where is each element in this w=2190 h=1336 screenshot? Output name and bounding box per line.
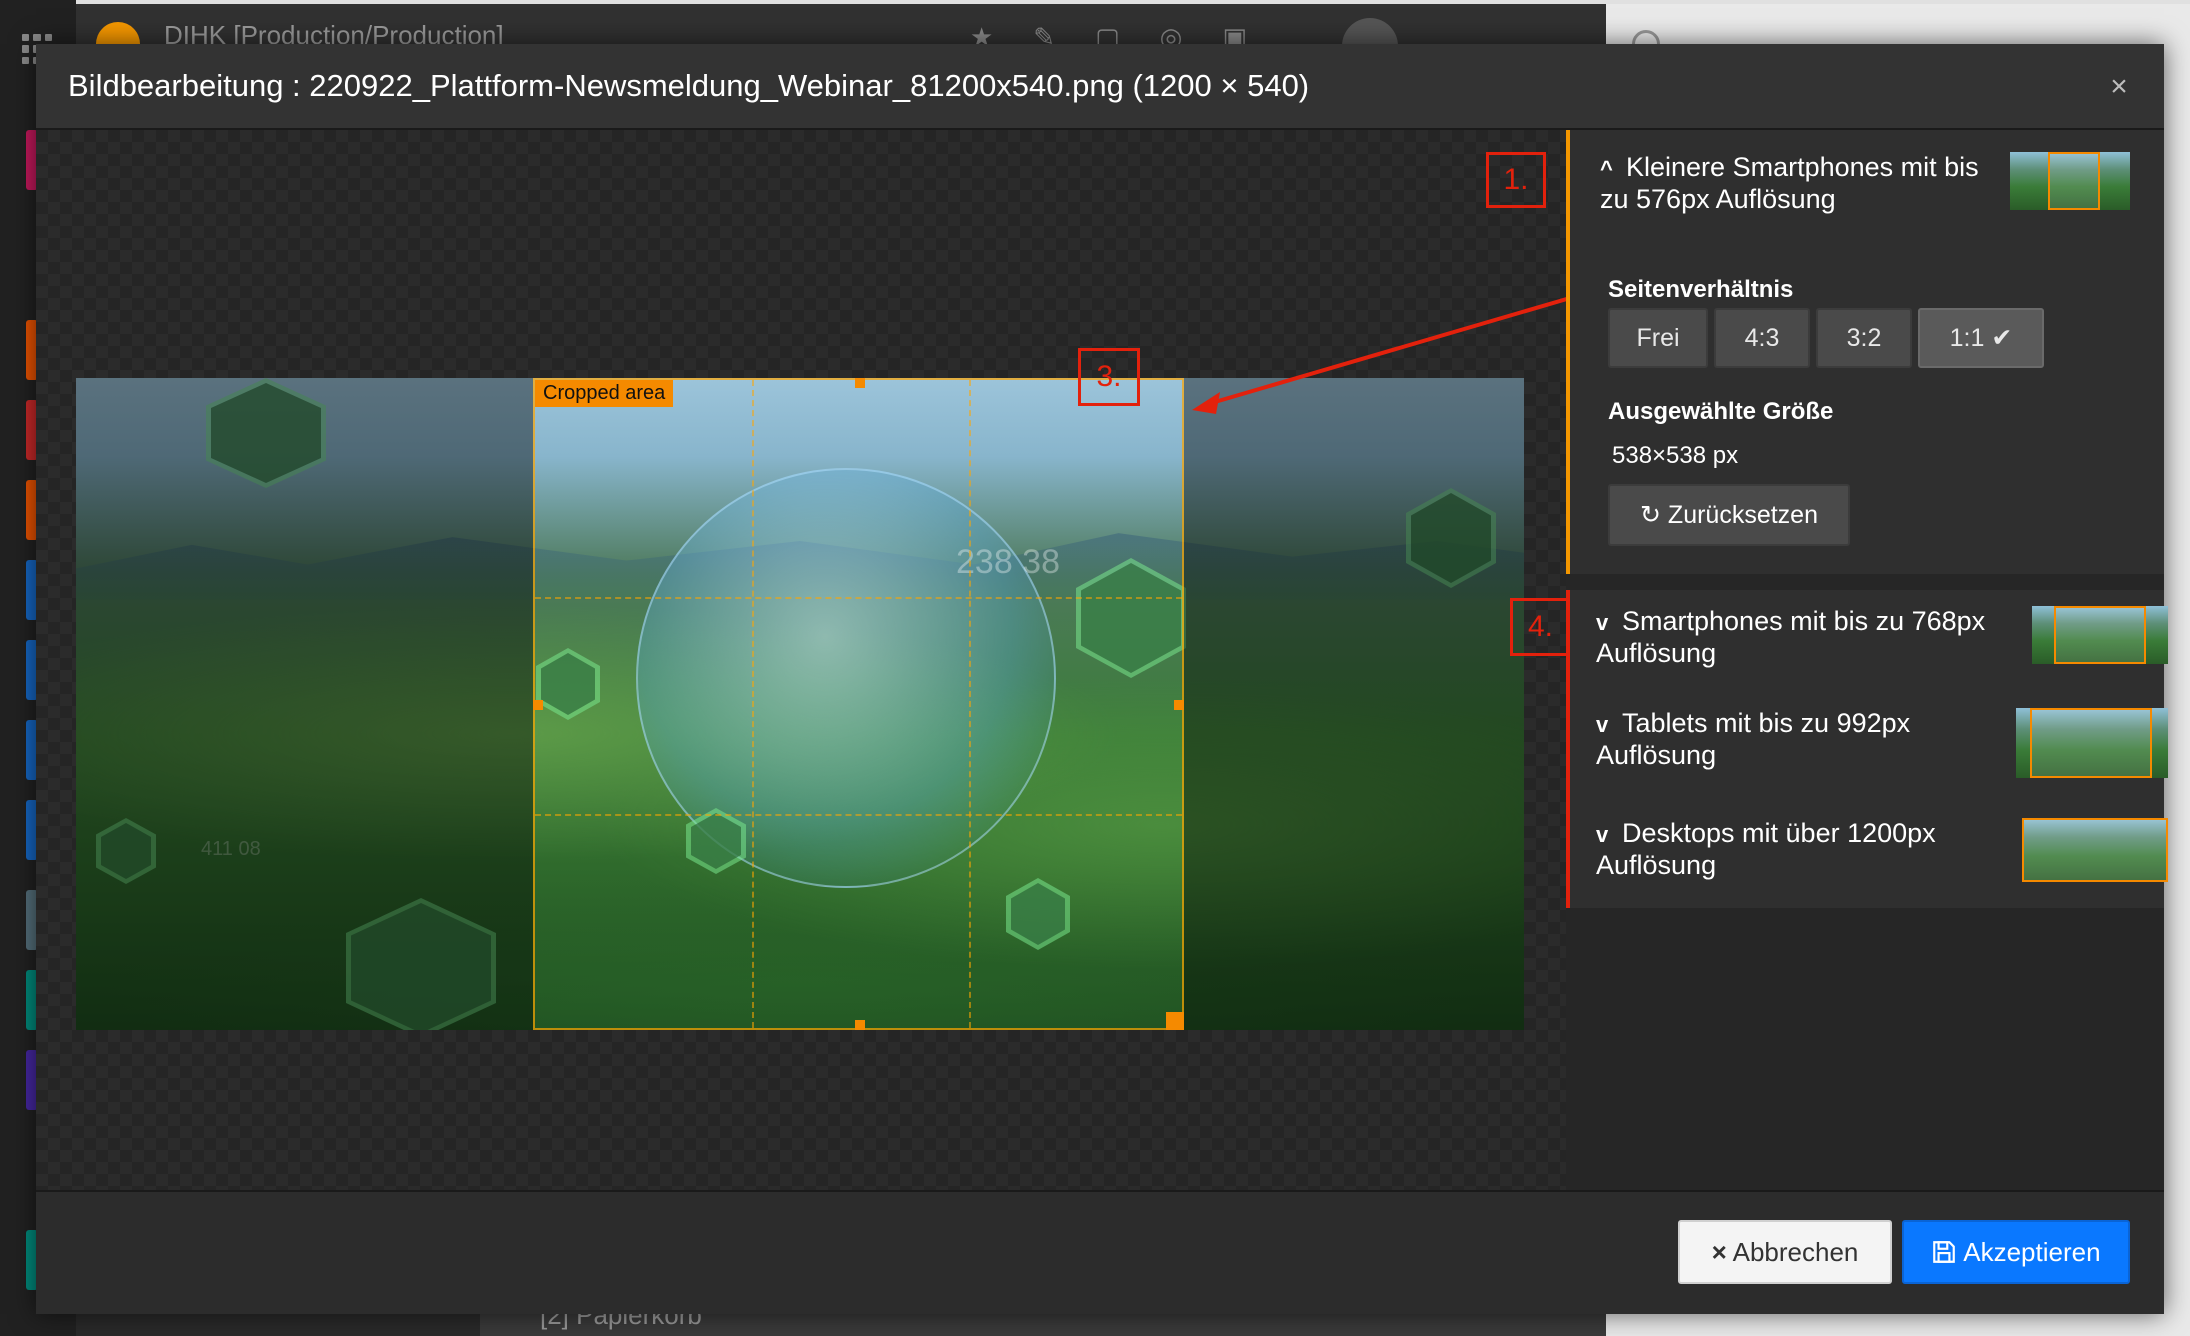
modal-footer: × Abbrechen Akzeptieren xyxy=(36,1190,2164,1314)
chevron-up-icon: ^ xyxy=(1600,156,1613,181)
image-editor-modal: Bildbearbeitung : 220922_Plattform-Newsm… xyxy=(36,44,2168,1314)
section-header[interactable]: ^ Kleinere Smartphones mit bis zu 576px A… xyxy=(1600,152,2000,214)
chevron-down-icon: v xyxy=(1596,712,1609,737)
crop-box[interactable]: Cropped area xyxy=(533,378,1184,1030)
chevron-down-icon: v xyxy=(1596,610,1609,635)
annotation-3: 3. xyxy=(1078,348,1140,406)
section-small-smartphones: ^ Kleinere Smartphones mit bis zu 576px A… xyxy=(1566,130,2164,574)
selected-size-value: 538×538 px xyxy=(1612,442,1739,469)
ratio-3-2-button[interactable]: 3:2 xyxy=(1816,308,1912,368)
section-header-tablets[interactable]: v Tablets mit bis zu 992px Auflösung xyxy=(1596,708,1996,770)
modal-header: Bildbearbeitung : 220922_Plattform-Newsm… xyxy=(36,44,2164,130)
crop-handle-right[interactable] xyxy=(1174,700,1184,710)
section-thumbnail xyxy=(2032,606,2168,664)
section-title: Kleinere Smartphones mit bis zu 576px Au… xyxy=(1600,152,1979,214)
section-thumbnail xyxy=(2016,708,2168,778)
image-preview[interactable]: 238 38 411 08 Cropped area xyxy=(76,378,1524,1030)
reset-button[interactable]: ↻ Zurücksetzen xyxy=(1608,484,1850,546)
cancel-button[interactable]: × Abbrechen xyxy=(1678,1220,1892,1284)
section-thumbnail xyxy=(2010,152,2130,210)
modal-title: Bildbearbeitung : 220922_Plattform-Newsm… xyxy=(68,68,1310,103)
annotation-4: 4. xyxy=(1510,598,1568,656)
selected-size-label: Ausgewählte Größe xyxy=(1608,398,1834,425)
crop-handle-corner[interactable] xyxy=(1166,1012,1184,1030)
breakpoint-sidebar: ^ Kleinere Smartphones mit bis zu 576px A… xyxy=(1566,130,2168,1190)
save-icon xyxy=(1933,1241,1956,1263)
close-icon: × xyxy=(1711,1237,1727,1267)
ratio-free-button[interactable]: Frei xyxy=(1608,308,1708,368)
ratio-1-1-button[interactable]: 1:1 ✔ xyxy=(1918,308,2044,368)
crop-handle-top[interactable] xyxy=(855,378,865,388)
section-header-smartphones[interactable]: v Smartphones mit bis zu 768px Auflösung xyxy=(1596,606,1996,668)
ratio-4-3-button[interactable]: 4:3 xyxy=(1714,308,1810,368)
refresh-icon: ↻ xyxy=(1640,501,1661,529)
section-thumbnail xyxy=(2022,818,2168,882)
check-icon: ✔ xyxy=(1991,324,2013,352)
crop-handle-left[interactable] xyxy=(533,700,543,710)
aspect-ratio-label: Seitenverhältnis xyxy=(1608,276,1794,303)
close-icon[interactable]: × xyxy=(2100,68,2138,106)
cropped-area-label: Cropped area xyxy=(535,380,674,407)
accept-button[interactable]: Akzeptieren xyxy=(1902,1220,2130,1284)
chevron-down-icon: v xyxy=(1596,822,1609,847)
annotation-1: 1. xyxy=(1486,152,1546,208)
crop-handle-bottom[interactable] xyxy=(855,1020,865,1030)
collapsed-sections: v Smartphones mit bis zu 768px Auflösung … xyxy=(1566,590,2168,908)
section-header-desktops[interactable]: v Desktops mit über 1200px Auflösung xyxy=(1596,818,1996,880)
annotation-arrow xyxy=(1192,282,1619,414)
